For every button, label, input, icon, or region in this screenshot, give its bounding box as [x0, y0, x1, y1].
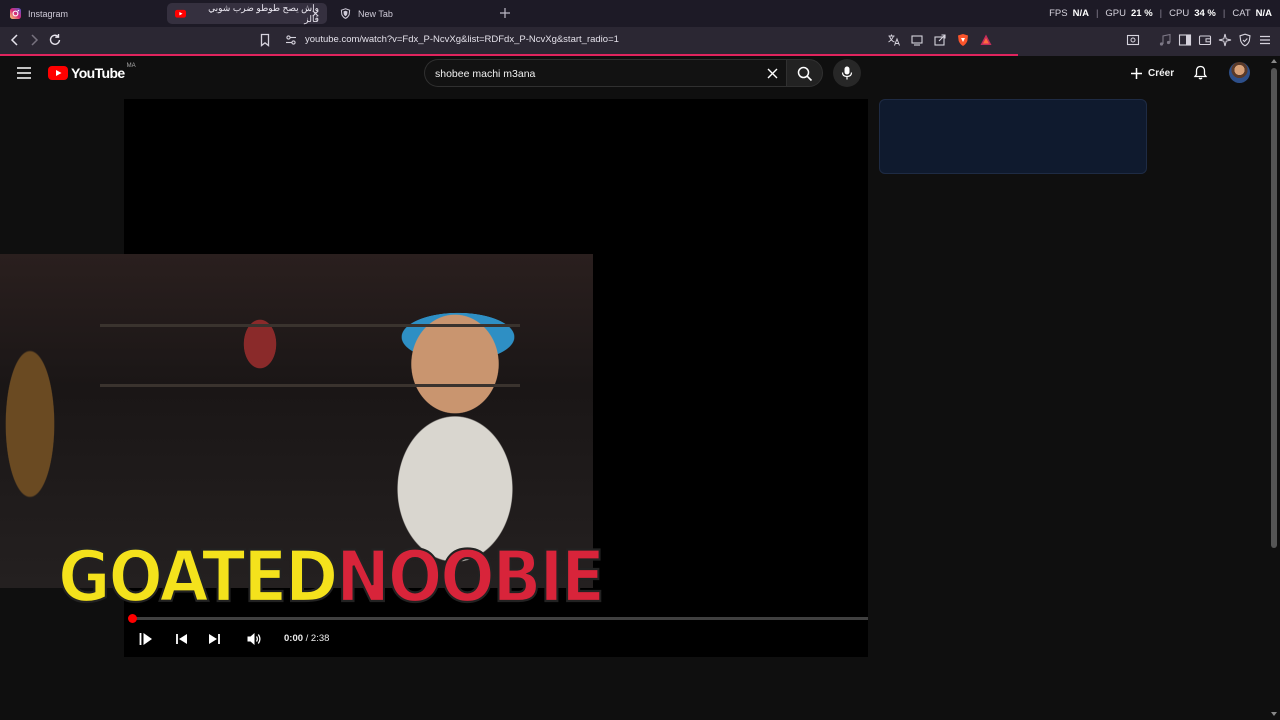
account-avatar[interactable] [1229, 62, 1250, 83]
site-settings-icon[interactable] [284, 33, 298, 47]
url-text[interactable]: youtube.com/watch?v=Fdx_P-NcvXg&list=RDF… [305, 34, 619, 45]
scrollbar-thumb[interactable] [1271, 68, 1277, 548]
tab-label: New Tab [358, 8, 393, 19]
create-label: Créer [1148, 67, 1175, 79]
fps-value: N/A [1072, 8, 1089, 19]
fps-label: FPS [1049, 8, 1068, 19]
youtube-masthead: YouTube MA shobee machi m3ana Créer [0, 56, 1268, 90]
voice-search-button[interactable] [833, 59, 861, 87]
search-input[interactable]: shobee machi m3ana [424, 59, 786, 87]
plus-icon [1131, 67, 1142, 79]
search-query-text: shobee machi m3ana [435, 68, 536, 80]
bookmark-icon[interactable] [258, 33, 272, 47]
overlay-title-word-1: GOATED [57, 536, 339, 620]
tab-label: واش يصح طوطو ضرب شوبي فالز [208, 2, 319, 24]
overlay-title-word-2: NOOBIE [335, 536, 606, 620]
page-scrollbar[interactable] [1268, 56, 1280, 720]
forward-arrow-icon[interactable] [27, 33, 41, 47]
youtube-logo[interactable]: YouTube MA [48, 63, 136, 81]
instagram-icon [10, 8, 21, 19]
gpu-value: 21 % [1131, 8, 1153, 19]
tab-label: Instagram [28, 8, 69, 19]
cat-value: N/A [1255, 8, 1272, 19]
stats-separator: | [1159, 8, 1163, 19]
browser-address-row: youtube.com/watch?v=Fdx_P-NcvXg&list=RDF… [0, 27, 1280, 54]
region-code: MA [126, 63, 136, 69]
search-icon [797, 66, 813, 82]
progress-scrubber[interactable] [128, 614, 137, 623]
background-shelf [100, 324, 520, 327]
brave-shields-icon[interactable] [956, 33, 970, 47]
tab-youtube-video[interactable]: واش يصح طوطو ضرب شوبي فالز [167, 3, 327, 24]
back-arrow-icon[interactable] [8, 33, 22, 47]
shield-icon [340, 8, 351, 19]
search-button[interactable] [786, 59, 823, 87]
share-icon[interactable] [933, 33, 947, 47]
cpu-value: 34 % [1194, 8, 1216, 19]
youtube-wordmark: YouTube [71, 65, 125, 81]
video-progress-bar[interactable] [128, 614, 868, 623]
play-pause-icon[interactable] [138, 631, 154, 647]
leo-ai-icon[interactable] [1218, 33, 1232, 47]
total-duration: / 2:38 [303, 633, 330, 644]
current-time: 0:00 [284, 633, 304, 644]
youtube-icon [175, 9, 186, 18]
sidebar-icon[interactable] [1178, 33, 1192, 47]
notifications-bell-icon[interactable] [1193, 65, 1208, 80]
sidebar-placeholder-card [879, 99, 1147, 174]
translate-icon[interactable] [887, 33, 901, 47]
next-track-icon[interactable] [206, 631, 222, 647]
clear-search-icon[interactable] [767, 68, 778, 79]
video-overlay-title: GOATEDNOOBIE [57, 536, 606, 620]
cpu-label: CPU [1169, 8, 1190, 19]
reload-icon[interactable] [48, 33, 62, 47]
browser-tab-strip: Instagram واش يصح طوطو ضرب شوبي فالز New… [0, 0, 1280, 27]
media-playlist-icon[interactable] [1158, 33, 1172, 47]
tab-search-icon[interactable] [1126, 33, 1140, 47]
background-shelf [100, 384, 520, 387]
hamburger-menu-icon[interactable] [17, 67, 31, 79]
vpn-shield-icon[interactable] [1238, 33, 1252, 47]
cast-icon[interactable] [910, 33, 924, 47]
stats-separator: | [1222, 8, 1226, 19]
browser-menu-icon[interactable] [1258, 33, 1272, 47]
performance-stats: FPS N/A | GPU 21 % | CPU 34 % | CAT N/A [1049, 0, 1272, 27]
create-button[interactable]: Créer [1124, 61, 1180, 85]
tab-new-tab[interactable]: New Tab [332, 3, 492, 24]
time-display: 0:00 / 2:38 [284, 633, 329, 644]
youtube-play-logo-icon [48, 66, 68, 80]
cat-label: CAT [1232, 8, 1251, 19]
wallet-icon[interactable] [1198, 33, 1212, 47]
scroll-down-arrow-icon[interactable] [1271, 712, 1277, 716]
volume-icon[interactable] [246, 631, 262, 647]
microphone-icon [841, 66, 853, 80]
scroll-up-arrow-icon[interactable] [1271, 59, 1277, 63]
new-tab-plus-icon[interactable] [499, 7, 511, 19]
previous-track-icon[interactable] [174, 631, 190, 647]
brave-rewards-icon[interactable] [979, 33, 993, 47]
close-icon[interactable] [310, 8, 321, 19]
tab-instagram[interactable]: Instagram [2, 3, 162, 24]
gpu-label: GPU [1105, 8, 1127, 19]
stats-separator: | [1095, 8, 1099, 19]
